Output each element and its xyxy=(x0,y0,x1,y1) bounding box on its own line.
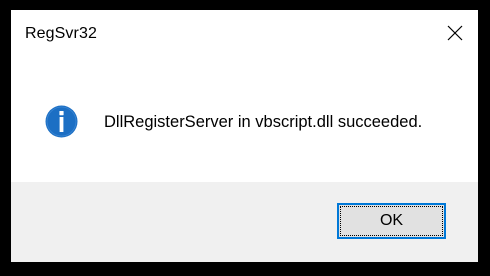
dialog-message: DllRegisterServer in vbscript.dll succee… xyxy=(104,113,423,131)
close-icon xyxy=(447,25,463,41)
message-dialog: RegSvr32 DllRegisterServer in vbscript.d… xyxy=(11,10,478,262)
close-button[interactable] xyxy=(432,10,478,56)
ok-button-label: OK xyxy=(379,212,404,229)
window-title: RegSvr32 xyxy=(25,25,97,42)
ok-button[interactable]: OK xyxy=(337,203,446,239)
dialog-footer: OK xyxy=(11,182,478,262)
information-icon xyxy=(45,105,78,138)
title-bar[interactable]: RegSvr32 xyxy=(11,10,478,56)
dialog-body: DllRegisterServer in vbscript.dll succee… xyxy=(11,56,478,182)
